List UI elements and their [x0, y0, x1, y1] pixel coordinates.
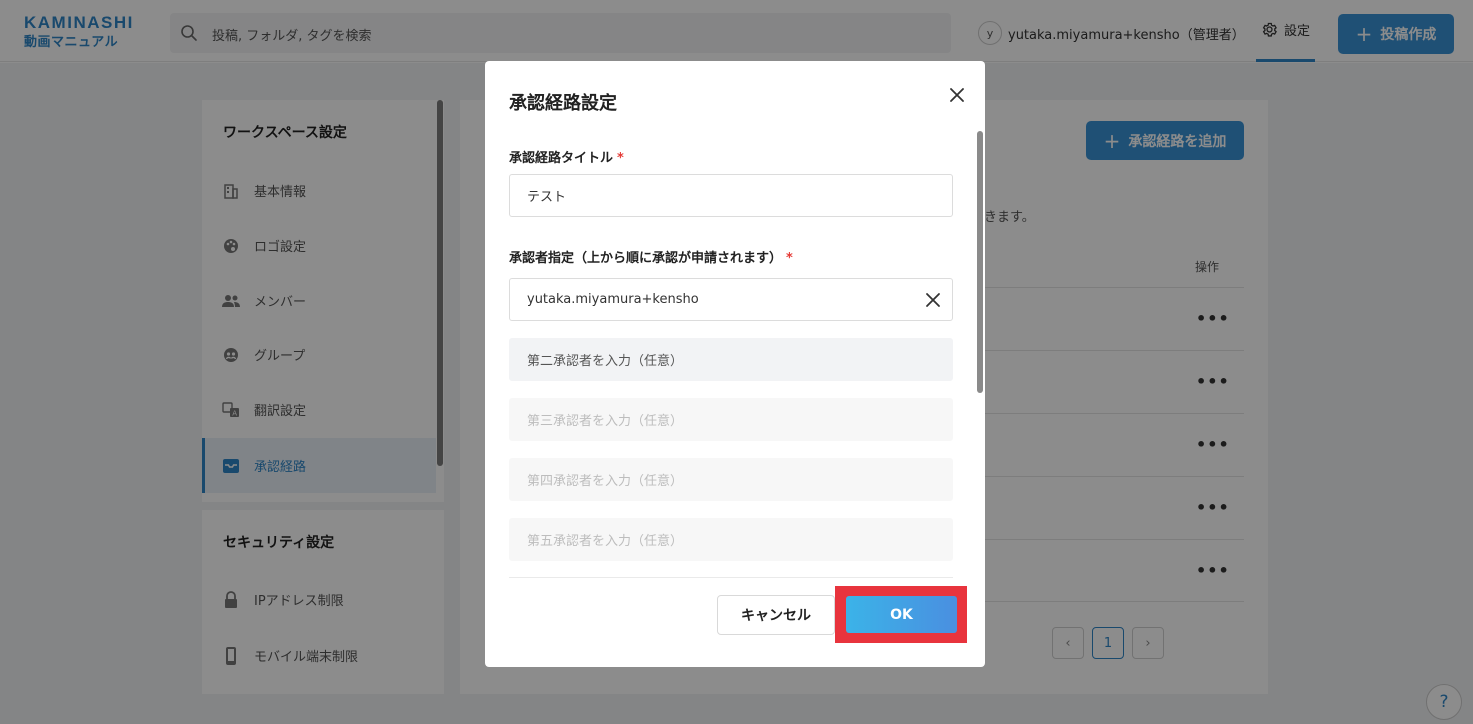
approver-3-input: 第三承認者を入力（任意） — [509, 398, 953, 441]
approver-3-placeholder: 第三承認者を入力（任意） — [527, 414, 684, 429]
approver-5-placeholder: 第五承認者を入力（任意） — [527, 534, 684, 549]
approver-4-placeholder: 第四承認者を入力（任意） — [527, 474, 684, 489]
approver-4-input: 第四承認者を入力（任意） — [509, 458, 953, 501]
cancel-button[interactable]: キャンセル — [717, 595, 835, 635]
required-mark: * — [617, 151, 624, 166]
approver-1-field[interactable]: yutaka.miyamura+kensho — [509, 278, 953, 321]
route-title-input[interactable]: テスト — [509, 174, 953, 217]
dialog-footer-divider — [509, 577, 953, 578]
ok-button[interactable]: OK — [846, 596, 957, 633]
approval-route-dialog: 承認経路設定 承認経路タイトル * テスト 承認者指定（上から順に承認が申請されま… — [485, 61, 985, 667]
approver-2-input[interactable]: 第二承認者を入力（任意） — [509, 338, 953, 381]
required-mark: * — [786, 251, 793, 266]
route-title-label: 承認経路タイトル * — [509, 147, 624, 166]
dialog-title: 承認経路設定 — [509, 93, 617, 114]
approver-label-text: 承認者指定（上から順に承認が申請されます） — [509, 251, 783, 266]
clear-icon[interactable] — [924, 291, 942, 309]
approver-2-placeholder: 第二承認者を入力（任意） — [527, 354, 684, 369]
route-title-label-text: 承認経路タイトル — [509, 151, 614, 166]
approver-1-value: yutaka.miyamura+kensho — [527, 292, 699, 307]
dialog-scrollbar[interactable] — [977, 131, 983, 393]
close-icon[interactable] — [943, 81, 971, 109]
route-title-value: テスト — [527, 190, 567, 205]
approver-label: 承認者指定（上から順に承認が申請されます） * — [509, 247, 793, 266]
approver-5-input: 第五承認者を入力（任意） — [509, 518, 953, 561]
